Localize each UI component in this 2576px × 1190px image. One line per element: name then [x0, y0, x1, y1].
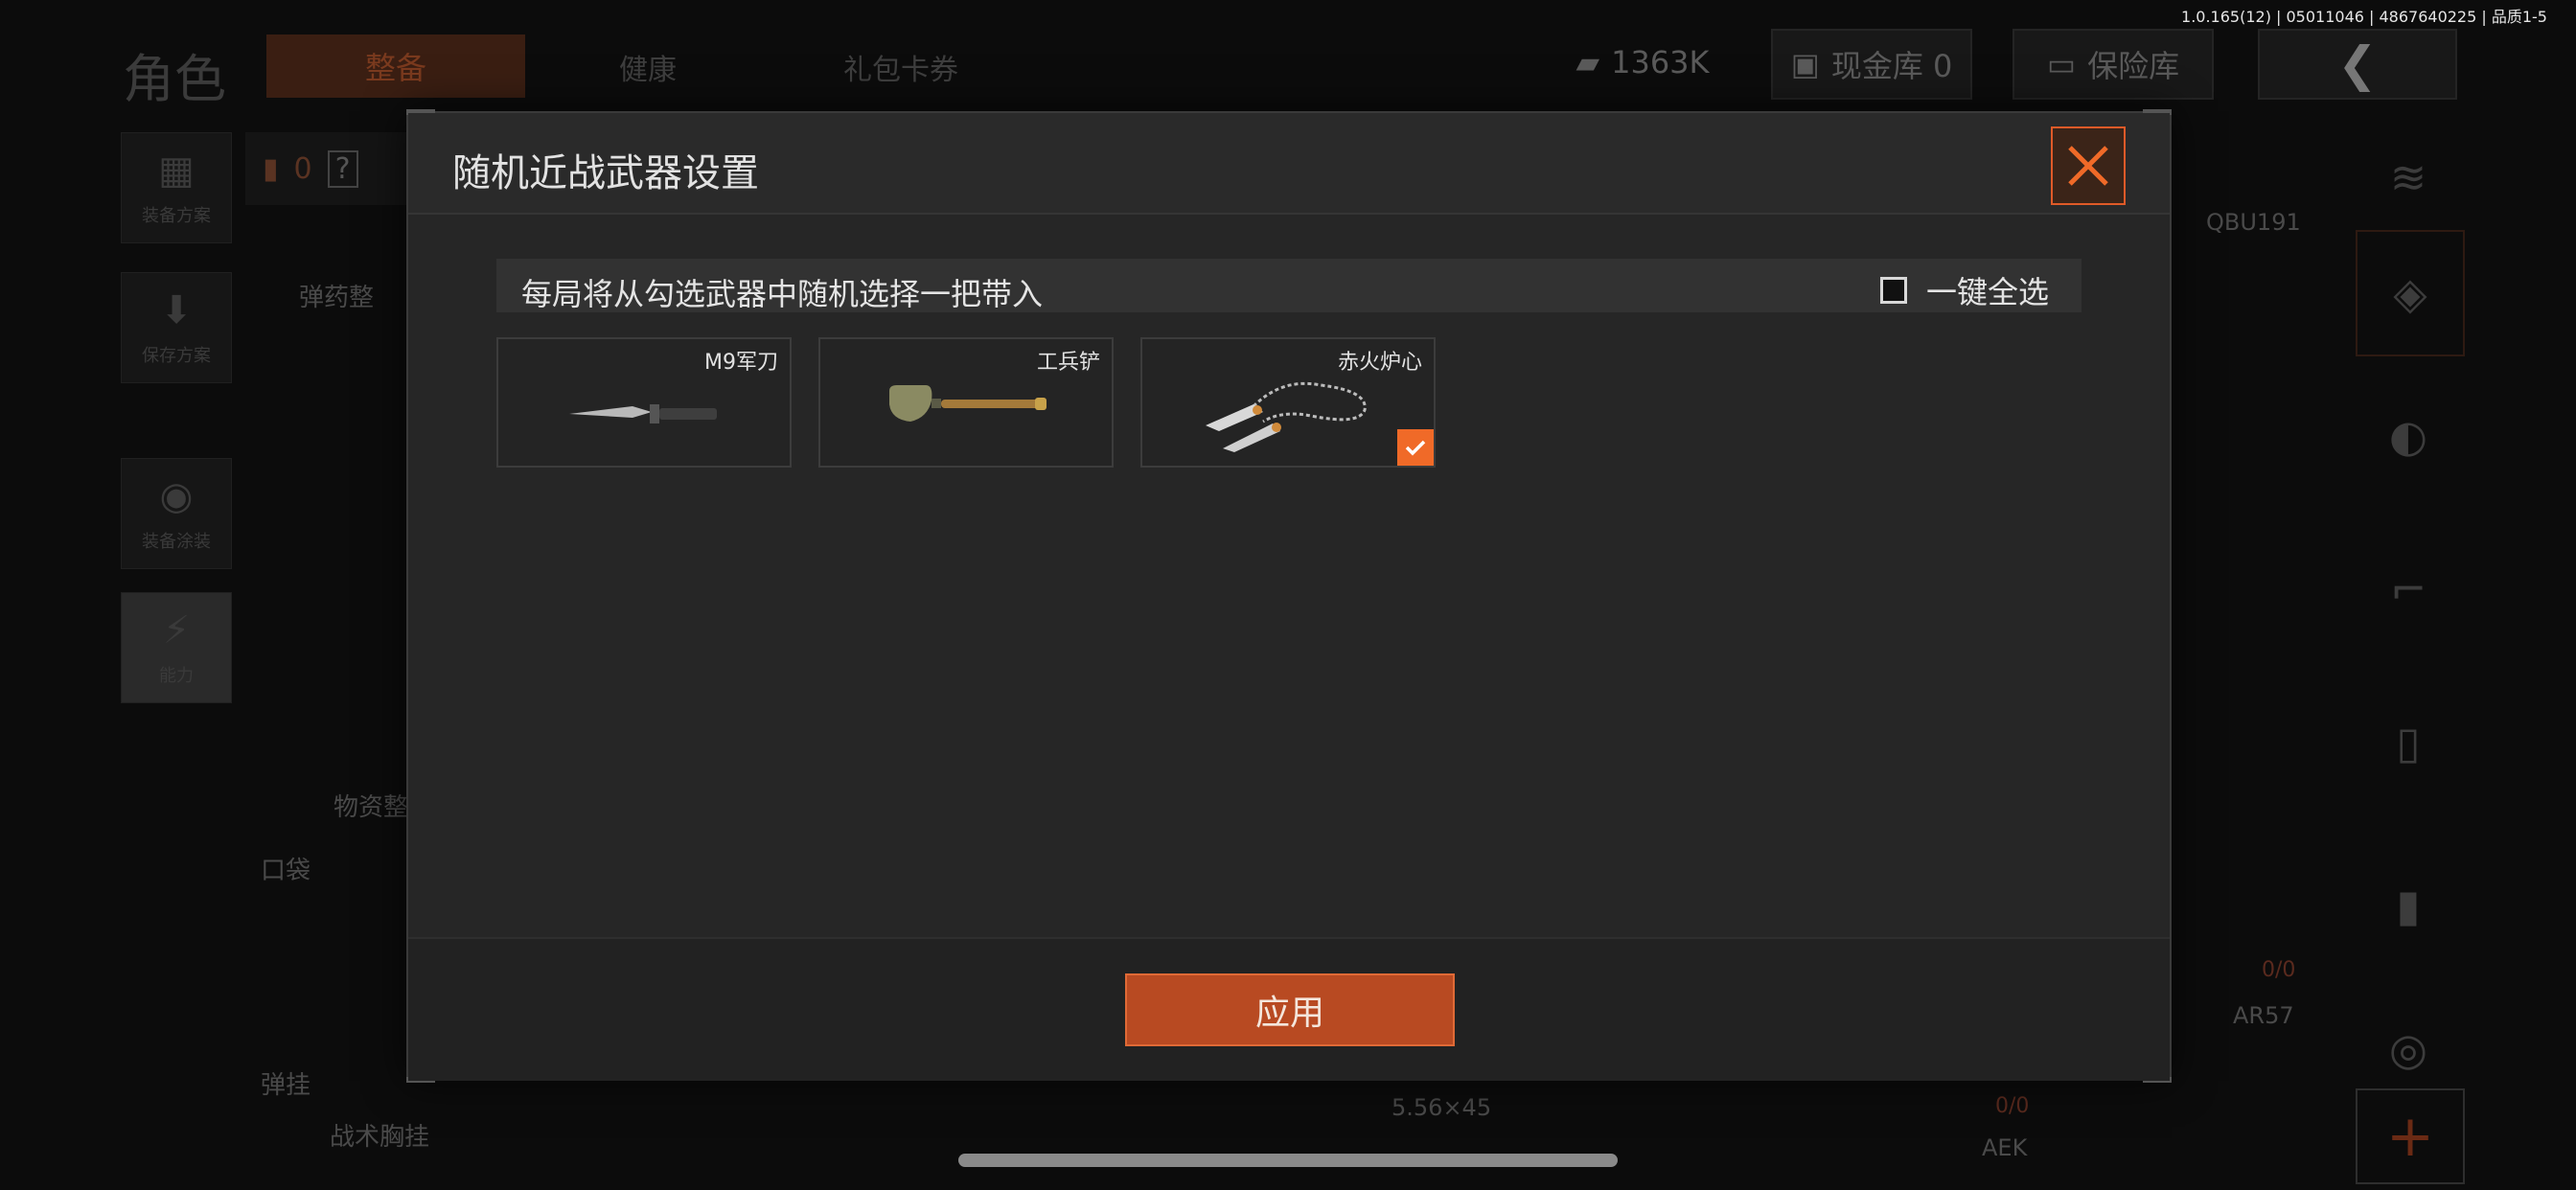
close-button[interactable] [2051, 126, 2126, 205]
knife-icon [569, 404, 717, 423]
check-icon [1405, 440, 1426, 456]
tab-prepare[interactable]: 整备 [266, 34, 525, 98]
version-info: 1.0.165(12) | 05011046 | 4867640225 | 品质… [2181, 8, 2547, 26]
money-icon: ▰ [1576, 44, 1600, 80]
vault-icon: ▣ [1790, 46, 1820, 82]
add-icon[interactable]: + [2356, 1088, 2465, 1184]
back-button[interactable]: ❮ [2258, 29, 2457, 100]
select-all-toggle[interactable]: 一键全选 [1880, 268, 2049, 312]
stack-icon[interactable]: ≋ [2356, 125, 2461, 230]
weapon-aek-label: AEK [1982, 1134, 2028, 1161]
safe-box-button[interactable]: ▭ 保险库 [2012, 29, 2214, 100]
caliber-label: 5.56×45 [1392, 1094, 1492, 1121]
home-indicator[interactable] [958, 1154, 1618, 1167]
backpack-icon: ▮ [263, 151, 279, 186]
dialog-header: 随机近战武器设置 [408, 113, 2170, 215]
select-all-label: 一键全选 [1926, 274, 2050, 310]
weapon-name: 工兵铲 [1036, 351, 1100, 375]
equipment-skin-button[interactable]: ◉ 装备涂装 [121, 458, 232, 569]
shovel-icon [889, 385, 1046, 422]
ability-button[interactable]: ⚡ 能力 [121, 592, 232, 703]
magazine-icon[interactable]: ▯ [2356, 690, 2461, 795]
ammo-ratio-secondary: 0/0 [1995, 1094, 2030, 1118]
dialog-title: 随机近战武器设置 [452, 151, 759, 195]
vest-icon: ▦ [158, 149, 195, 193]
hanger-label: 弹挂 [261, 1071, 311, 1100]
weapon-qbu191-label: QBU191 [2206, 209, 2301, 236]
ability-icon: ⚡ [162, 608, 191, 652]
ammo-sort-label[interactable]: 弹药整 [299, 278, 374, 313]
pocket-label: 口袋 [261, 857, 311, 885]
cash-vault-button[interactable]: ▣ 现金库 0 [1771, 29, 1972, 100]
back-arrow-icon: ❮ [2337, 36, 2378, 92]
close-icon [2068, 146, 2108, 186]
chain-blades-icon [1206, 381, 1367, 452]
bag-counter: ▮ 0 ? [245, 132, 408, 205]
help-icon[interactable]: ? [327, 149, 358, 188]
scope-icon[interactable]: ◎ [2356, 996, 2461, 1102]
save-plan-button[interactable]: ⬇ 保存方案 [121, 272, 232, 383]
weapon-card-chihuo[interactable]: 赤火炉心 [1140, 337, 1436, 468]
layers-icon[interactable]: ◈ [2356, 230, 2465, 356]
tactical-vest-label: 战术胸挂 [330, 1123, 430, 1152]
download-icon: ⬇ [160, 288, 193, 332]
tab-gift-cards[interactable]: 礼包卡券 [843, 46, 958, 88]
currency-display: ▰ 1363K [1576, 44, 1710, 80]
weapon-card-m9[interactable]: M9军刀 [496, 337, 792, 468]
info-bar: 每局将从勾选武器中随机选择一把带入 一键全选 [496, 259, 2082, 312]
random-melee-dialog: 随机近战武器设置 每局将从勾选武器中随机选择一把带入 一键全选 M9军刀 工兵铲 [406, 109, 2172, 1083]
supply-sort-label[interactable]: 物资整 [334, 788, 408, 823]
info-text: 每局将从勾选武器中随机选择一把带入 [521, 276, 1044, 312]
weapon-ar57-label: AR57 [2233, 1002, 2294, 1029]
page-title: 角色 [123, 49, 226, 109]
grenade-icon[interactable]: ▮ [2356, 853, 2461, 958]
weapon-name: M9军刀 [704, 351, 778, 375]
monitor-icon: ▭ [2046, 46, 2077, 82]
weapon-card-shovel[interactable]: 工兵铲 [818, 337, 1114, 468]
ammo-ratio-primary: 0/0 [2262, 958, 2296, 982]
rifle-icon[interactable]: ⌐ [2356, 537, 2461, 642]
tab-health[interactable]: 健康 [619, 46, 677, 88]
helmet-icon: ◉ [159, 474, 194, 518]
equipment-plan-button[interactable]: ▦ 装备方案 [121, 132, 232, 243]
select-all-checkbox[interactable] [1880, 277, 1907, 304]
apply-button[interactable]: 应用 [1125, 973, 1455, 1046]
selected-checkmark[interactable] [1397, 429, 1434, 466]
helmet-slot-icon[interactable]: ◐ [2356, 383, 2461, 489]
